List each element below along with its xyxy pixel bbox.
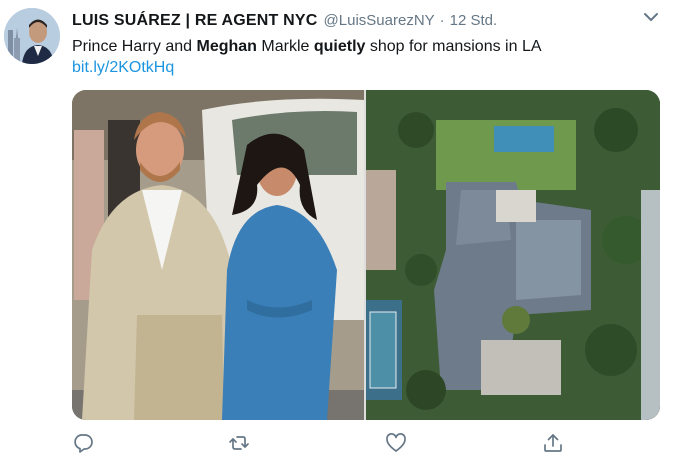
reply-icon[interactable] — [72, 432, 94, 454]
tweet-media[interactable] — [72, 90, 660, 420]
tweet-actions — [72, 432, 572, 454]
tweet-timestamp[interactable]: 12 Std. — [450, 12, 498, 29]
tweet-text: Prince Harry and Meghan Markle quietly s… — [72, 37, 542, 57]
author-name[interactable]: LUIS SUÁREZ | RE AGENT NYC — [72, 12, 318, 30]
author-handle[interactable]: @LuisSuarezNY — [324, 12, 435, 29]
tweet-text-part: shop for mansions in LA — [365, 38, 542, 55]
photo-couple[interactable] — [72, 90, 364, 420]
tweet-text-part: Markle — [256, 38, 314, 55]
heart-icon[interactable] — [385, 432, 407, 454]
share-icon[interactable] — [542, 432, 564, 454]
tweet-link[interactable]: bit.ly/2KOtkHq — [72, 58, 174, 78]
avatar[interactable] — [4, 8, 60, 64]
tweet-text-bold: quietly — [313, 38, 366, 55]
photo-couple-image — [72, 90, 364, 420]
chevron-down-icon[interactable] — [642, 10, 660, 24]
tweet[interactable]: LUIS SUÁREZ | RE AGENT NYC @LuisSuarezNY… — [0, 0, 680, 466]
separator-dot: · — [439, 12, 445, 29]
tweet-header: LUIS SUÁREZ | RE AGENT NYC @LuisSuarezNY… — [72, 12, 497, 34]
tweet-text-part: Prince Harry and — [72, 38, 197, 55]
retweet-icon[interactable] — [228, 432, 250, 454]
tweet-text-bold: Meghan — [196, 38, 257, 55]
photo-mansion-aerial-image — [366, 90, 660, 420]
photo-mansion-aerial[interactable] — [366, 90, 660, 420]
avatar-image — [4, 8, 60, 64]
